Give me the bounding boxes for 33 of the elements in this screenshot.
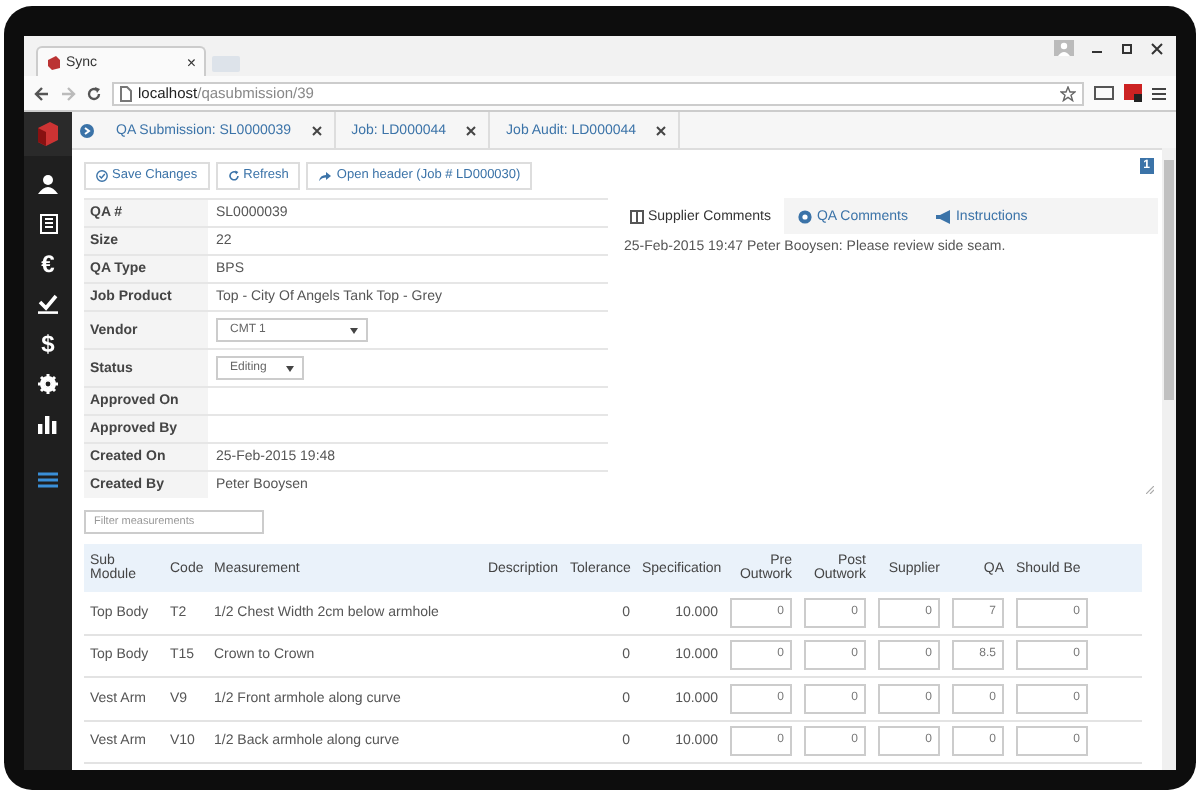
check-circle-icon xyxy=(96,169,108,181)
page-icon xyxy=(120,85,132,101)
user-icon[interactable] xyxy=(38,174,58,194)
caret-icon xyxy=(350,327,358,333)
close-icon[interactable] xyxy=(311,125,322,135)
book-icon[interactable] xyxy=(39,214,57,234)
check-icon[interactable] xyxy=(38,294,58,314)
tab-close-icon[interactable]: × xyxy=(186,53,196,71)
app-logo-icon[interactable] xyxy=(34,120,62,148)
extension-icon[interactable] xyxy=(1124,84,1142,102)
currency-icon[interactable]: $ xyxy=(24,324,72,364)
settings-icon[interactable] xyxy=(38,374,58,394)
scrollbar[interactable] xyxy=(1162,148,1176,770)
megaphone-icon xyxy=(935,209,952,223)
menu-icon[interactable] xyxy=(1152,85,1166,101)
app-logo-icon xyxy=(46,55,60,69)
close-icon[interactable] xyxy=(1150,41,1164,55)
circle-arrow-icon[interactable] xyxy=(79,123,93,137)
book-icon xyxy=(630,209,644,223)
resize-grip-icon xyxy=(1146,486,1154,494)
maximize-icon[interactable] xyxy=(1120,41,1134,55)
close-icon[interactable] xyxy=(656,125,667,135)
menu-icon[interactable] xyxy=(38,470,58,490)
caret-icon xyxy=(286,365,294,371)
bar-chart-icon[interactable] xyxy=(38,414,58,434)
refresh-icon xyxy=(227,169,240,181)
cast-icon[interactable] xyxy=(1094,85,1114,101)
star-icon[interactable] xyxy=(1060,85,1076,101)
share-arrow-icon xyxy=(318,169,333,181)
close-icon[interactable] xyxy=(466,125,477,135)
reload-icon[interactable] xyxy=(86,85,102,101)
back-icon[interactable] xyxy=(34,85,50,101)
currency-icon[interactable]: € xyxy=(24,244,72,284)
